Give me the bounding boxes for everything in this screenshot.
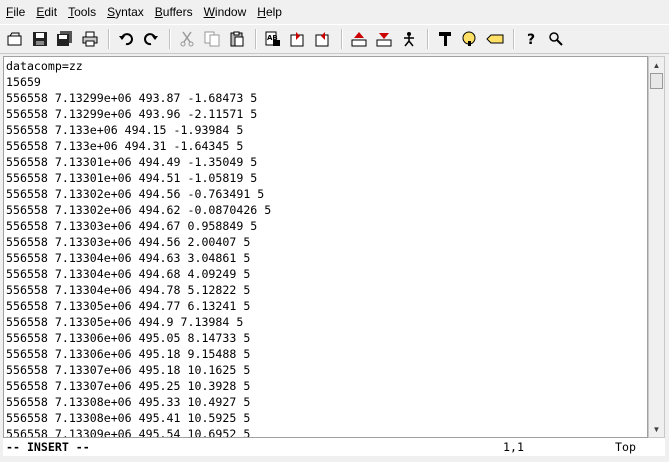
- scroll-down-arrow-icon[interactable]: ▼: [649, 421, 664, 437]
- text-line: 556558 7.13308e+06 495.33 10.4927 5: [6, 395, 251, 409]
- text-line: 556558 7.13306e+06 495.18 9.15488 5: [6, 347, 251, 361]
- menu-buffers[interactable]: Buffers: [150, 0, 198, 24]
- load-session-icon: [351, 32, 367, 47]
- find-help-icon: [549, 32, 563, 46]
- text-line: 556558 7.13304e+06 494.68 4.09249 5: [6, 267, 251, 281]
- make-icon: [439, 32, 451, 46]
- mode-indicator: -- INSERT --: [6, 440, 90, 454]
- shell-icon: [462, 31, 476, 46]
- scrollbar-thumb[interactable]: [650, 73, 663, 89]
- save-session-button[interactable]: [373, 28, 395, 50]
- save-all-icon: [57, 31, 72, 46]
- paste-button[interactable]: [226, 28, 248, 50]
- save-icon: [33, 32, 47, 46]
- menu-help[interactable]: Help: [252, 0, 287, 24]
- copy-icon: [204, 31, 220, 47]
- text-line: 556558 7.133e+06 494.31 -1.64345 5: [6, 139, 244, 153]
- toolbar-separator: [108, 29, 110, 49]
- scroll-position: Top: [615, 440, 636, 454]
- toolbar-separator: [427, 29, 429, 49]
- load-session-button[interactable]: [348, 28, 370, 50]
- find-replace-button[interactable]: AB: [262, 28, 284, 50]
- text-line: 556558 7.13308e+06 495.41 10.5925 5: [6, 411, 251, 425]
- gvim-window: File Edit Tools Syntax Buffers Window He…: [0, 0, 669, 462]
- find-previous-button[interactable]: [312, 28, 334, 50]
- text-line: 556558 7.13304e+06 494.63 3.04861 5: [6, 251, 251, 265]
- find-previous-icon: [315, 32, 329, 47]
- print-icon: [82, 31, 98, 47]
- text-line: 556558 7.13306e+06 495.05 8.14733 5: [6, 331, 251, 345]
- tag-jump-button[interactable]: [484, 28, 506, 50]
- undo-button[interactable]: [115, 28, 137, 50]
- text-line: datacomp=zz: [6, 59, 83, 73]
- text-line: 556558 7.13305e+06 494.9 7.13984 5: [6, 315, 244, 329]
- toolbar-separator: [513, 29, 515, 49]
- run-script-button[interactable]: [398, 28, 420, 50]
- text-line: 556558 7.13302e+06 494.62 -0.0870426 5: [6, 203, 272, 217]
- text-line: 556558 7.13303e+06 494.56 2.00407 5: [6, 235, 251, 249]
- text-line: 15659: [6, 75, 41, 89]
- menu-syntax[interactable]: Syntax: [102, 0, 149, 24]
- paste-icon: [230, 31, 244, 47]
- shell-button[interactable]: [459, 28, 481, 50]
- open-button[interactable]: [4, 28, 26, 50]
- copy-button[interactable]: [201, 28, 223, 50]
- text-line: 556558 7.13302e+06 494.56 -0.763491 5: [6, 187, 265, 201]
- text-line: 556558 7.13304e+06 494.78 5.12822 5: [6, 283, 251, 297]
- redo-icon: [144, 33, 158, 46]
- text-line: 556558 7.13307e+06 495.25 10.3928 5: [6, 379, 251, 393]
- text-editor-area[interactable]: datacomp=zz 15659 556558 7.13299e+06 493.8…: [3, 56, 648, 438]
- find-next-icon: [290, 32, 304, 47]
- redo-button[interactable]: [140, 28, 162, 50]
- menu-window[interactable]: Window: [199, 0, 252, 24]
- make-button[interactable]: [434, 28, 456, 50]
- find-next-button[interactable]: [287, 28, 309, 50]
- text-line: 556558 7.13305e+06 494.77 6.13241 5: [6, 299, 251, 313]
- text-line: 556558 7.13301e+06 494.49 -1.35049 5: [6, 155, 258, 169]
- open-icon: [7, 32, 22, 46]
- svg-text:?: ?: [527, 32, 535, 47]
- text-line: 556558 7.13301e+06 494.51 -1.05819 5: [6, 171, 258, 185]
- menu-bar: File Edit Tools Syntax Buffers Window He…: [0, 0, 669, 24]
- help-button[interactable]: ?: [520, 28, 542, 50]
- save-session-icon: [376, 33, 392, 47]
- toolbar-separator: [169, 29, 171, 49]
- text-line: 556558 7.13303e+06 494.67 0.958849 5: [6, 219, 258, 233]
- tag-jump-icon: [486, 34, 504, 44]
- toolbar-separator: [255, 29, 257, 49]
- undo-icon: [119, 33, 133, 46]
- cut-icon: [180, 31, 194, 47]
- status-line: -- INSERT -- 1,1 Top: [3, 438, 665, 456]
- cut-button[interactable]: [176, 28, 198, 50]
- find-help-button[interactable]: [545, 28, 567, 50]
- scroll-up-arrow-icon[interactable]: ▲: [649, 57, 664, 73]
- toolbar-separator: [341, 29, 343, 49]
- save-button[interactable]: [29, 28, 51, 50]
- text-line: 556558 7.13309e+06 495.54 10.6952 5: [6, 427, 251, 438]
- run-script-icon: [404, 32, 414, 47]
- buffer-lines: datacomp=zz 15659 556558 7.13299e+06 493.8…: [4, 57, 647, 438]
- print-button[interactable]: [79, 28, 101, 50]
- vertical-scrollbar[interactable]: ▲ ▼: [648, 56, 665, 438]
- text-line: 556558 7.133e+06 494.15 -1.93984 5: [6, 123, 244, 137]
- text-line: 556558 7.13299e+06 493.96 -2.11571 5: [6, 107, 258, 121]
- cursor-position: 1,1: [503, 440, 524, 454]
- save-all-button[interactable]: [54, 28, 76, 50]
- text-line: 556558 7.13307e+06 495.18 10.1625 5: [6, 363, 251, 377]
- menu-tools[interactable]: Tools: [63, 0, 101, 24]
- text-line: 556558 7.13299e+06 493.87 -1.68473 5: [6, 91, 258, 105]
- help-icon: ?: [527, 32, 535, 47]
- menu-edit[interactable]: Edit: [31, 0, 62, 24]
- toolbar: AB ?: [0, 24, 669, 54]
- menu-file[interactable]: File: [1, 0, 30, 24]
- find-replace-icon: AB: [265, 31, 280, 46]
